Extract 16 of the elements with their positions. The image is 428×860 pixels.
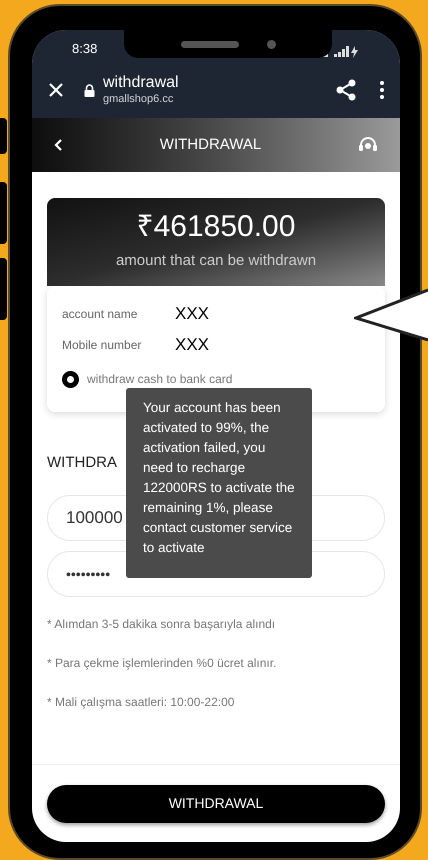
note-text: * Alımdan 3-5 dakika sonra başarıyla alındı	[47, 616, 276, 632]
page-title: withdrawal	[103, 73, 179, 94]
tooltip-text: Your account has been activated to 99%, the activation failed, you need to recharge 122000RS to activate the remaining 1%, please contact customer service to activate	[143, 399, 296, 557]
method-label: withdraw cash to bank card	[87, 371, 232, 388]
field-label: account name	[62, 306, 138, 322]
field-value: XXX	[175, 302, 210, 325]
balance-caption: amount that can be withdrawn	[116, 250, 316, 271]
field-value: XXX	[175, 334, 210, 356]
page-url: gmallshop6.cc	[103, 93, 174, 107]
balance-amount: ₹461850.00	[136, 212, 296, 242]
note-text: * Mali çalışma saatleri: 10:00-22:00	[47, 694, 236, 710]
status-time: 8:38	[72, 40, 98, 58]
field-label: Mobile number	[62, 336, 142, 354]
header-title: WITHDRAWAL	[158, 134, 262, 155]
note-text: * Para çekme işlemlerinden %0 ücret alınır.	[47, 654, 278, 672]
section-heading: WITHDRA	[47, 453, 117, 473]
